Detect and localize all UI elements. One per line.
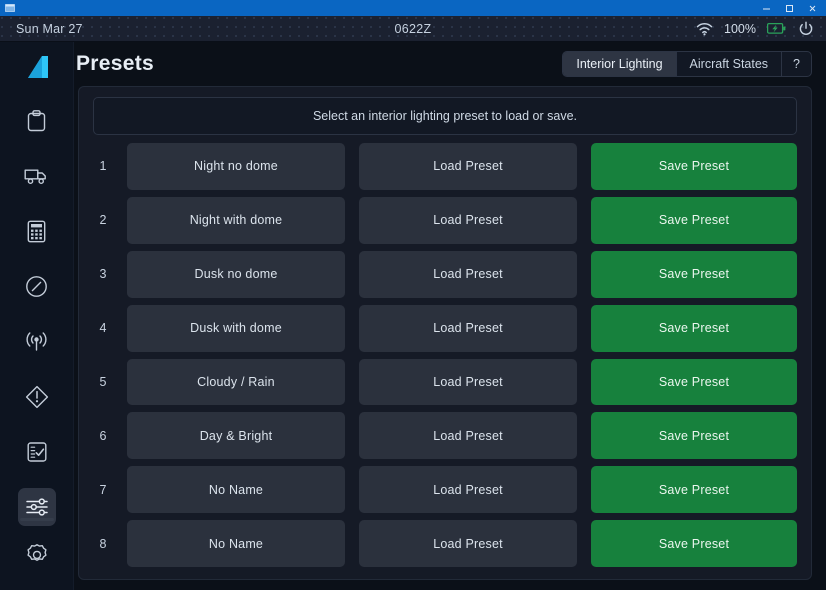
clipboard-icon (26, 110, 47, 133)
preset-row-number: 7 (93, 466, 113, 513)
status-date: Sun Mar 27 (16, 22, 83, 36)
tab-aircraft-states[interactable]: Aircraft States (677, 52, 783, 76)
load-preset-button[interactable]: Load Preset (359, 143, 577, 190)
aircraft-tail-logo (14, 48, 60, 92)
preset-name-button[interactable]: Night no dome (127, 143, 345, 190)
main-content: Presets Interior Lighting Aircraft State… (74, 42, 826, 590)
app-body: Presets Interior Lighting Aircraft State… (0, 42, 826, 590)
sidebar (0, 42, 74, 590)
app-window-icon (4, 3, 15, 14)
sidebar-item-navigation[interactable] (18, 268, 56, 306)
save-preset-button[interactable]: Save Preset (591, 466, 797, 513)
preset-row-number: 1 (93, 143, 113, 190)
sidebar-divider (20, 518, 54, 521)
preset-name-button[interactable]: No Name (127, 520, 345, 567)
load-preset-button[interactable]: Load Preset (359, 197, 577, 244)
minimize-button[interactable] (755, 0, 778, 16)
page-title: Presets (76, 52, 154, 76)
status-indicators: 100% (696, 21, 814, 37)
sidebar-item-ground-services[interactable] (18, 158, 56, 196)
preset-row: 2 Night with dome Load Preset Save Prese… (93, 197, 797, 244)
load-preset-button[interactable]: Load Preset (359, 305, 577, 352)
sidebar-item-performance[interactable] (18, 213, 56, 251)
warning-diamond-icon (25, 385, 49, 409)
sidebar-item-comms[interactable] (18, 323, 56, 361)
application-window: Sun Mar 27 0622Z 100% (0, 0, 826, 590)
sidebar-item-tasks[interactable] (18, 433, 56, 471)
checklist-note-icon (26, 441, 48, 463)
window-controls (755, 0, 824, 16)
sidebar-bottom-section (0, 508, 73, 590)
sidebar-item-failures[interactable] (18, 378, 56, 416)
tab-interior-lighting[interactable]: Interior Lighting (563, 52, 676, 76)
radio-broadcast-icon (24, 331, 49, 352)
compass-icon (25, 275, 48, 298)
preset-row: 6 Day & Bright Load Preset Save Preset (93, 412, 797, 459)
preset-name-button[interactable]: Cloudy / Rain (127, 359, 345, 406)
preset-row: 7 No Name Load Preset Save Preset (93, 466, 797, 513)
preset-row: 4 Dusk with dome Load Preset Save Preset (93, 305, 797, 352)
preset-name-button[interactable]: Dusk with dome (127, 305, 345, 352)
preset-name-button[interactable]: Night with dome (127, 197, 345, 244)
power-icon[interactable] (798, 21, 814, 37)
preset-row: 5 Cloudy / Rain Load Preset Save Preset (93, 359, 797, 406)
page-header: Presets Interior Lighting Aircraft State… (74, 42, 812, 86)
preset-row-number: 3 (93, 251, 113, 298)
tab-help[interactable]: ? (782, 52, 811, 76)
preset-row-number: 4 (93, 305, 113, 352)
save-preset-button[interactable]: Save Preset (591, 143, 797, 190)
preset-name-button[interactable]: Dusk no dome (127, 251, 345, 298)
save-preset-button[interactable]: Save Preset (591, 412, 797, 459)
truck-icon (24, 167, 49, 186)
save-preset-button[interactable]: Save Preset (591, 520, 797, 567)
save-preset-button[interactable]: Save Preset (591, 305, 797, 352)
hint-banner: Select an interior lighting preset to lo… (93, 97, 797, 135)
status-bar: Sun Mar 27 0622Z 100% (0, 16, 826, 42)
save-preset-button[interactable]: Save Preset (591, 251, 797, 298)
preset-row: 1 Night no dome Load Preset Save Preset (93, 143, 797, 190)
load-preset-button[interactable]: Load Preset (359, 520, 577, 567)
battery-percent-label: 100% (724, 22, 756, 36)
window-titlebar (0, 0, 826, 16)
wifi-icon (696, 22, 713, 36)
calculator-icon (27, 220, 46, 243)
preset-row-number: 2 (93, 197, 113, 244)
preset-row: 8 No Name Load Preset Save Preset (93, 520, 797, 567)
load-preset-button[interactable]: Load Preset (359, 412, 577, 459)
preset-name-button[interactable]: Day & Bright (127, 412, 345, 459)
preset-row-number: 5 (93, 359, 113, 406)
sidebar-item-checklist[interactable] (18, 103, 56, 141)
close-button[interactable] (801, 0, 824, 16)
gear-icon (25, 543, 49, 567)
presets-panel: Select an interior lighting preset to lo… (78, 86, 812, 580)
save-preset-button[interactable]: Save Preset (591, 197, 797, 244)
battery-charging-icon (767, 22, 787, 35)
sidebar-item-settings[interactable] (18, 536, 56, 574)
preset-rows: 1 Night no dome Load Preset Save Preset … (93, 143, 797, 567)
preset-row-number: 8 (93, 520, 113, 567)
preset-name-button[interactable]: No Name (127, 466, 345, 513)
preset-row-number: 6 (93, 412, 113, 459)
maximize-button[interactable] (778, 0, 801, 16)
tab-group: Interior Lighting Aircraft States ? (562, 51, 812, 77)
preset-row: 3 Dusk no dome Load Preset Save Preset (93, 251, 797, 298)
load-preset-button[interactable]: Load Preset (359, 251, 577, 298)
save-preset-button[interactable]: Save Preset (591, 359, 797, 406)
load-preset-button[interactable]: Load Preset (359, 466, 577, 513)
load-preset-button[interactable]: Load Preset (359, 359, 577, 406)
